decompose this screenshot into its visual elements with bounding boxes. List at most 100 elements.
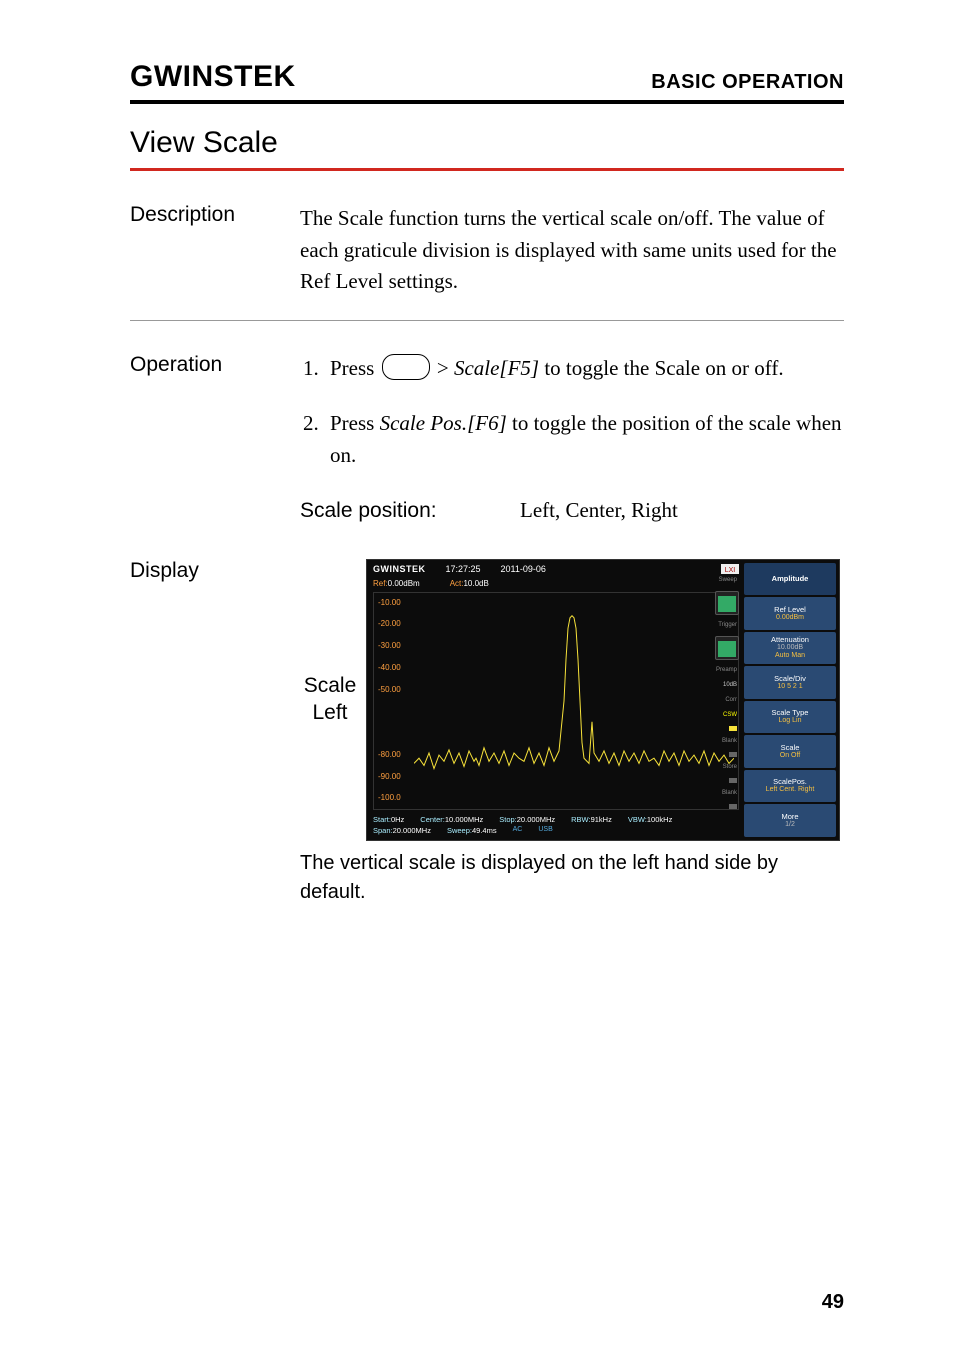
act-value: 10.0dB <box>463 579 488 588</box>
description-label: Description <box>130 203 300 227</box>
display-label: Display <box>130 559 300 583</box>
softkey-label: Ref Level <box>774 605 806 614</box>
trace-color-icon <box>729 804 737 809</box>
page-header: GWINSTEK BASIC OPERATION <box>130 60 844 104</box>
operation-step-1: Press > Scale[F5] to toggle the Scale on… <box>324 353 844 385</box>
step1-text-a: Press <box>330 356 380 380</box>
center-value: 10.000MHz <box>445 815 483 824</box>
softkey-attenuation: Attenuation 10.00dB Auto Man <box>744 632 836 665</box>
scalepos-label: Scale position: <box>300 495 520 527</box>
trace-color-icon <box>729 752 737 757</box>
side-trigger: Trigger <box>715 621 737 630</box>
softkey-value: 10 5 2 1 <box>777 683 802 691</box>
device-y-labels: -10.00 -20.00 -30.00 -40.00 -50.00 -60.0… <box>378 593 401 809</box>
side-preamp-v: 10dB <box>715 681 737 690</box>
sweep-value: 49.4ms <box>472 826 497 835</box>
ac-indicator: AC <box>513 825 523 836</box>
softkey-label: More <box>781 812 798 821</box>
act-label: Act: <box>450 579 464 588</box>
vbw-label: VBW: <box>628 815 647 824</box>
gauge-icon <box>715 591 739 615</box>
softkey-scalepos: ScalePos. Left Cent. Right <box>744 770 836 803</box>
rbw-value: 91kHz <box>591 815 612 824</box>
side-blank2: Blank <box>715 789 737 798</box>
device-time: 17:27:25 <box>446 563 481 577</box>
step2-text-a: Press <box>330 411 380 435</box>
softkey-scalediv: Scale/Div 10 5 2 1 <box>744 666 836 699</box>
description-text: The Scale function turns the vertical sc… <box>300 203 844 298</box>
trace-color-icon <box>729 778 737 783</box>
side-csw: CSW <box>715 711 737 720</box>
softkey-value2: Auto Man <box>775 652 805 660</box>
sweep-label: Sweep: <box>447 826 472 835</box>
device-screenshot: GWINSTEK 17:27:25 2011-09-06 LXI Ref:0.0… <box>366 559 840 841</box>
step1-text-c: to toggle the Scale on or off. <box>544 356 783 380</box>
softkey-scaletype: Scale Type Log Lin <box>744 701 836 734</box>
step1-key: Scale[F5] <box>454 356 539 380</box>
softkey-value: Log Lin <box>779 717 802 725</box>
gauge-icon <box>715 636 739 660</box>
ylabel: -40.00 <box>378 662 401 674</box>
softkey-value: 10.00dB <box>777 644 803 652</box>
trace-color-icon <box>729 726 737 731</box>
step1-text-b: > <box>437 356 454 380</box>
vbw-value: 100kHz <box>647 815 672 824</box>
device-top-bar: GWINSTEK 17:27:25 2011-09-06 LXI <box>373 563 739 577</box>
lxi-icon: LXI <box>721 563 739 577</box>
brand-logo: GWINSTEK <box>130 60 296 94</box>
rbw-label: RBW: <box>571 815 590 824</box>
ref-label: Ref: <box>373 579 388 588</box>
display-figure: Scale Left GWINSTEK 17:27:25 2011-09-06 … <box>300 559 844 841</box>
scale-callout: Scale Left <box>300 673 360 726</box>
device-plot-area: -10.00 -20.00 -30.00 -40.00 -50.00 -60.0… <box>373 592 739 810</box>
ylabel: -50.00 <box>378 684 401 696</box>
svg-text:LXI: LXI <box>725 567 736 574</box>
ylabel: -30.00 <box>378 640 401 652</box>
device-sub-bar: Ref:0.00dBm Act:10.0dB <box>373 578 739 590</box>
page-number: 49 <box>822 1291 844 1314</box>
callout-line2: Left <box>300 700 360 726</box>
softkey-value: 0.00dBm <box>776 614 804 622</box>
softkey-more: More 1/2 <box>744 804 836 837</box>
display-caption: The vertical scale is displayed on the l… <box>300 849 844 907</box>
start-value: 0Hz <box>391 815 404 824</box>
stop-label: Stop: <box>499 815 517 824</box>
ref-value: 0.00dBm <box>388 579 420 588</box>
side-preamp: Preamp <box>715 666 737 675</box>
operation-steps: Press > Scale[F5] to toggle the Scale on… <box>300 353 844 472</box>
chapter-title: BASIC OPERATION <box>651 71 844 94</box>
device-date: 2011-09-06 <box>501 563 546 577</box>
row-display: Display Scale Left GWINSTEK 17:27:25 201… <box>130 559 844 907</box>
device-bottom-bar: Start:0Hz Center:10.000MHz Stop:20.000MH… <box>373 814 739 836</box>
device-trace <box>414 597 734 805</box>
softkey-scale: Scale On Off <box>744 735 836 768</box>
scalepos-values: Left, Center, Right <box>520 495 678 527</box>
softkey-label: Attenuation <box>771 635 809 644</box>
ylabel: -10.00 <box>378 597 401 609</box>
step2-key: Scale Pos.[F6] <box>380 411 507 435</box>
row-operation: Operation Press > Scale[F5] to toggle th… <box>130 353 844 527</box>
softkey-title: Amplitude <box>744 563 836 596</box>
softkey-label: Scale <box>781 743 800 752</box>
softkey-label: Scale Type <box>772 708 809 717</box>
start-label: Start: <box>373 815 391 824</box>
ylabel: -80.00 <box>378 749 401 761</box>
side-store: Store <box>715 763 737 772</box>
softkey-value: 1/2 <box>785 821 795 829</box>
stop-value: 20.000MHz <box>517 815 555 824</box>
center-label: Center: <box>420 815 445 824</box>
softkey-reflevel: Ref Level 0.00dBm <box>744 597 836 630</box>
hardkey-icon <box>382 354 430 380</box>
ylabel: -100.0 <box>378 792 401 804</box>
device-softkeys: Amplitude Ref Level 0.00dBm Attenuation … <box>744 563 836 837</box>
device-side-indicators: Sweep Trigger Preamp 10dB Corr CSW Blank… <box>715 576 737 809</box>
callout-line1: Scale <box>300 673 360 699</box>
softkey-value: On Off <box>780 752 801 760</box>
section-title: View Scale <box>130 126 844 171</box>
brand-text: GWINSTEK <box>130 60 296 93</box>
softkey-value: Left Cent. Right <box>766 786 815 794</box>
row-description: Description The Scale function turns the… <box>130 203 844 321</box>
span-value: 20.000MHz <box>393 826 431 835</box>
device-brand: GWINSTEK <box>373 563 426 577</box>
side-blank: Blank <box>715 737 737 746</box>
